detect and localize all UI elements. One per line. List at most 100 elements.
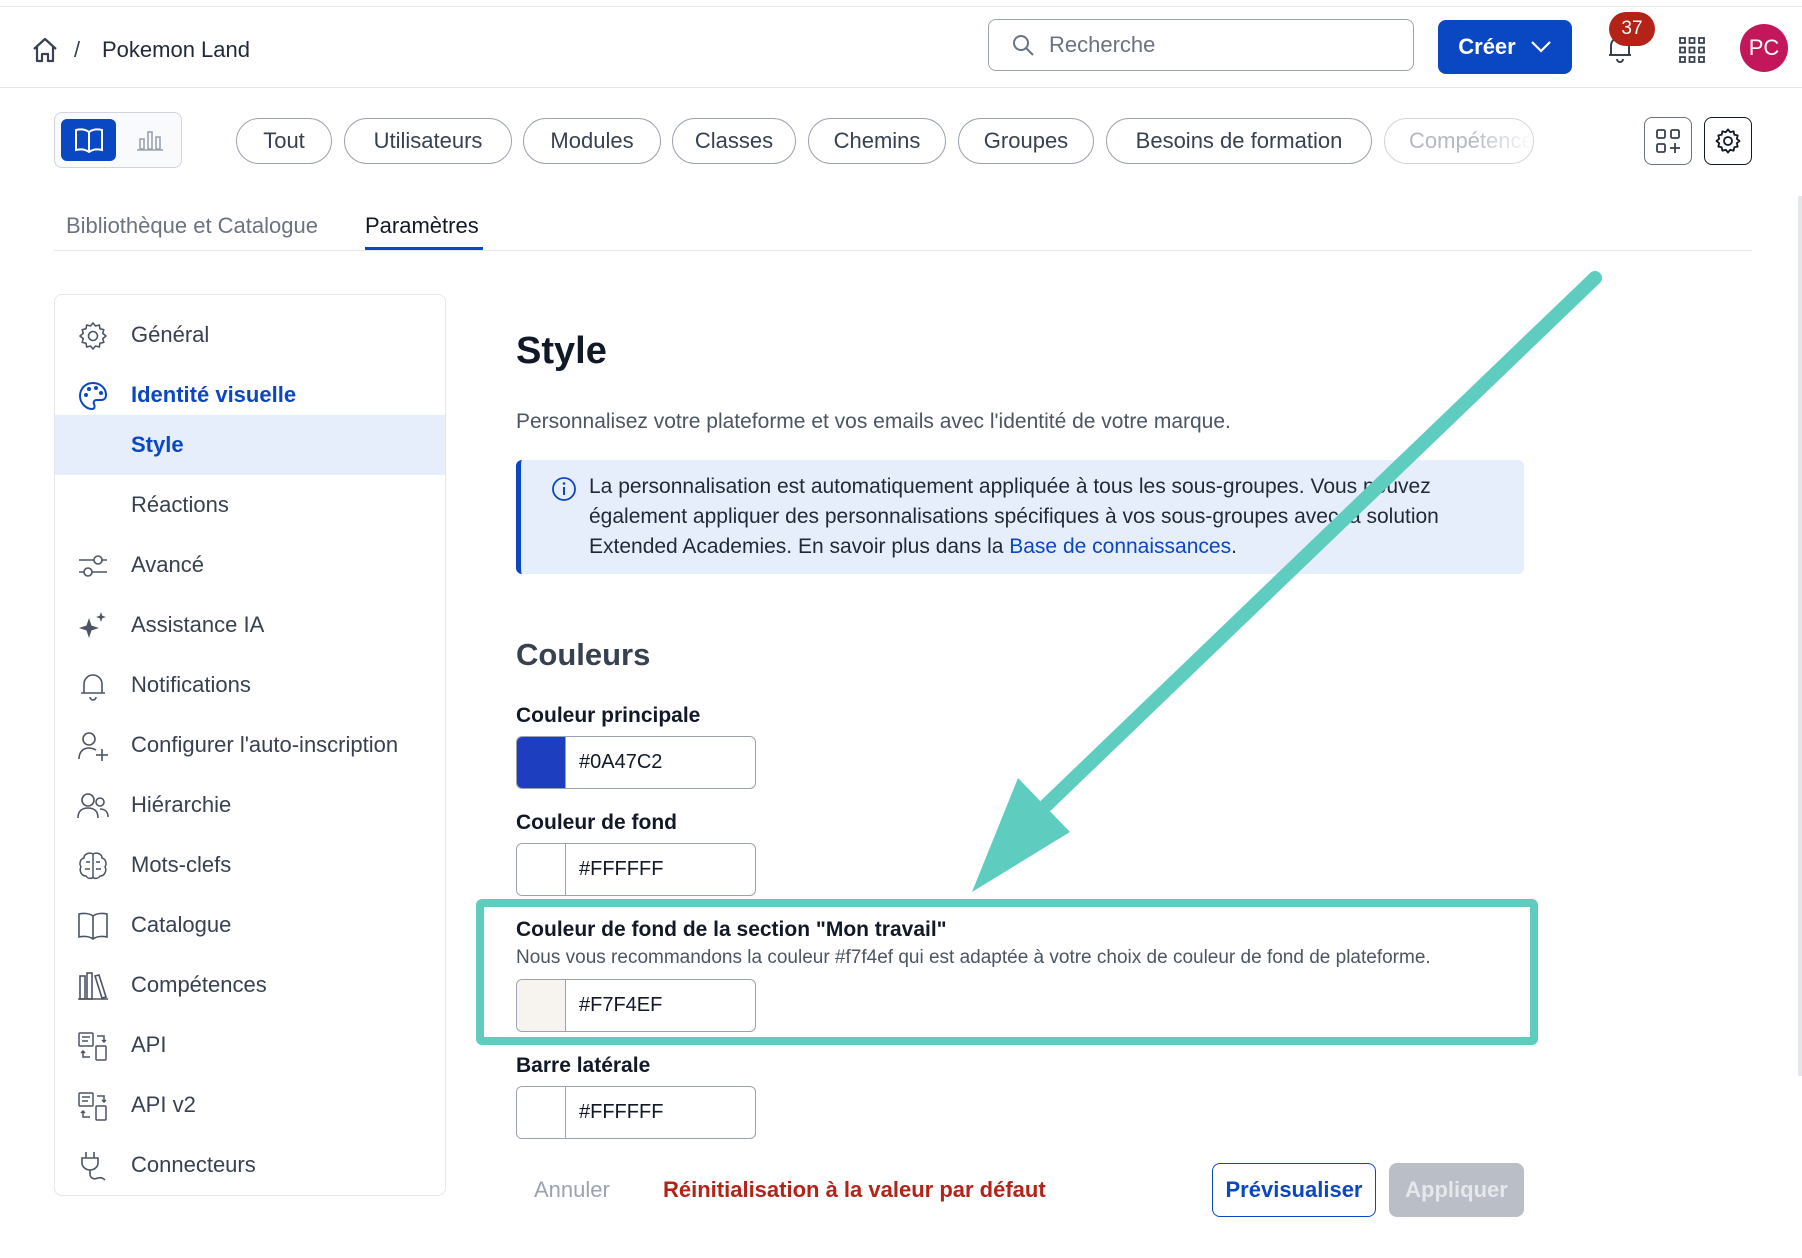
sidebar-item-label: Identité visuelle <box>131 382 297 407</box>
sliders-icon <box>79 555 107 577</box>
sidebar-item-connectors[interactable]: Connecteurs <box>55 1135 445 1195</box>
background-color-swatch[interactable] <box>517 844 566 895</box>
stats-view-button[interactable] <box>125 119 175 161</box>
avatar[interactable]: PC <box>1740 24 1788 72</box>
sidebar-item-label: Hiérarchie <box>131 792 232 817</box>
bar-chart-icon <box>137 131 163 151</box>
book-icon <box>78 912 108 940</box>
primary-color-swatch[interactable] <box>517 737 566 788</box>
sidebar-item-label: Catalogue <box>131 912 232 937</box>
books-icon <box>78 972 108 1000</box>
filter-chip-training-needs[interactable]: Besoins de formation <box>1106 118 1372 164</box>
search-icon <box>1013 35 1034 56</box>
filter-chip-users[interactable]: Utilisateurs <box>344 118 512 164</box>
my-work-color-label: Couleur de fond de la section "Mon trava… <box>516 918 947 941</box>
sidebar-item-label: Compétences <box>131 972 267 997</box>
home-icon[interactable] <box>30 35 60 65</box>
tabs-divider <box>54 250 1752 251</box>
sidebar-color-input[interactable] <box>579 1101 749 1124</box>
sidebar-item-label: API <box>131 1032 167 1057</box>
sidebar-color-swatch[interactable] <box>517 1087 566 1138</box>
create-button[interactable]: Créer <box>1438 20 1572 74</box>
page-title: Style <box>516 330 607 372</box>
filter-chip-paths[interactable]: Chemins <box>808 118 946 164</box>
sidebar-item-ai-assistance[interactable]: Assistance IA <box>55 595 445 655</box>
primary-color-input[interactable] <box>579 751 749 774</box>
api-icon <box>78 1032 107 1061</box>
sidebar-item-api-v2[interactable]: API v2 <box>55 1075 445 1135</box>
sidebar-item-hierarchy[interactable]: Hiérarchie <box>55 775 445 835</box>
sidebar-item-label: API v2 <box>131 1092 196 1117</box>
sidebar-item-label: Connecteurs <box>131 1152 256 1177</box>
user-plus-icon <box>78 732 108 761</box>
create-label: Créer <box>1458 34 1516 59</box>
filter-chip-groups[interactable]: Groupes <box>958 118 1094 164</box>
palette-icon <box>78 381 108 411</box>
my-work-color-input[interactable] <box>579 994 749 1017</box>
filter-chip-all[interactable]: Tout <box>236 118 332 164</box>
top-header: / Pokemon Land Créer 37 PC <box>0 6 1802 88</box>
my-work-color-swatch[interactable] <box>517 980 566 1031</box>
filter-chip-skills[interactable]: Compétences <box>1384 118 1534 164</box>
sidebar-item-advanced[interactable]: Avancé <box>55 535 445 595</box>
plug-icon <box>81 1152 106 1181</box>
sidebar-item-catalog[interactable]: Catalogue <box>55 895 445 955</box>
knowledge-base-link[interactable]: Base de connaissances <box>1009 535 1231 558</box>
tab-settings[interactable]: Paramètres <box>365 213 479 239</box>
sidebar-item-label: Configurer l'auto-inscription <box>131 732 399 757</box>
search-box[interactable] <box>988 19 1414 71</box>
sidebar-color-label: Barre latérale <box>516 1054 651 1077</box>
page-scrollbar[interactable] <box>1798 196 1802 1076</box>
notification-badge: 37 <box>1609 12 1655 46</box>
my-work-color-field[interactable] <box>516 979 756 1032</box>
filter-chip-classes[interactable]: Classes <box>672 118 796 164</box>
info-banner: La personnalisation est automatiquement … <box>516 460 1524 574</box>
chevron-down-icon <box>1530 41 1551 53</box>
annotation-arrow-icon <box>972 271 1602 892</box>
sidebar-item-label: Avancé <box>131 552 204 577</box>
primary-color-label: Couleur principale <box>516 704 701 727</box>
colors-section-title: Couleurs <box>516 637 651 672</box>
view-toggle <box>54 112 182 168</box>
grid-plus-icon <box>1656 129 1680 153</box>
sidebar-subitem-reactions[interactable]: Réactions <box>55 475 445 535</box>
book-icon <box>74 128 103 153</box>
sidebar-item-label: Assistance IA <box>131 612 265 637</box>
preview-button[interactable]: Prévisualiser <box>1212 1163 1376 1217</box>
sidebar-item-notifications[interactable]: Notifications <box>55 655 445 715</box>
settings-sidebar: Général Identité visuelle Style Réaction… <box>54 294 446 1196</box>
info-text: La personnalisation est automatiquement … <box>589 472 1489 562</box>
apps-grid-icon[interactable] <box>1679 37 1705 63</box>
add-widget-button[interactable] <box>1644 117 1692 165</box>
tab-library-catalog[interactable]: Bibliothèque et Catalogue <box>66 213 318 239</box>
background-color-field[interactable] <box>516 843 756 896</box>
breadcrumb-title[interactable]: Pokemon Land <box>102 37 250 63</box>
library-view-button[interactable] <box>61 119 116 161</box>
sidebar-color-field[interactable] <box>516 1086 756 1139</box>
gear-icon <box>1715 128 1741 154</box>
sidebar-item-label: Style <box>131 432 184 457</box>
sparkle-icon <box>79 612 106 638</box>
sidebar-item-label: Réactions <box>131 492 229 517</box>
sidebar-item-general[interactable]: Général <box>55 305 445 365</box>
sidebar-item-keywords[interactable]: Mots-clefs <box>55 835 445 895</box>
background-color-input[interactable] <box>579 858 749 881</box>
sidebar-item-api[interactable]: API <box>55 1015 445 1075</box>
settings-button[interactable] <box>1704 117 1752 165</box>
apply-button[interactable]: Appliquer <box>1389 1163 1524 1217</box>
info-icon <box>552 477 576 501</box>
primary-color-field[interactable] <box>516 736 756 789</box>
background-color-label: Couleur de fond <box>516 811 677 834</box>
sidebar-item-self-registration[interactable]: Configurer l'auto-inscription <box>55 715 445 775</box>
filter-chip-modules[interactable]: Modules <box>523 118 661 164</box>
reset-default-button[interactable]: Réinitialisation à la valeur par défaut <box>663 1177 1046 1203</box>
gear-icon <box>79 322 107 350</box>
sidebar-item-label: Notifications <box>131 672 251 697</box>
sidebar-item-label: Général <box>131 322 210 347</box>
breadcrumb-separator: / <box>74 37 81 62</box>
page-subtitle: Personnalisez votre plateforme et vos em… <box>516 410 1231 433</box>
cancel-button[interactable]: Annuler <box>534 1177 610 1203</box>
search-input[interactable] <box>1049 32 1379 58</box>
sidebar-item-skills[interactable]: Compétences <box>55 955 445 1015</box>
sidebar-subitem-style[interactable]: Style <box>55 415 445 475</box>
